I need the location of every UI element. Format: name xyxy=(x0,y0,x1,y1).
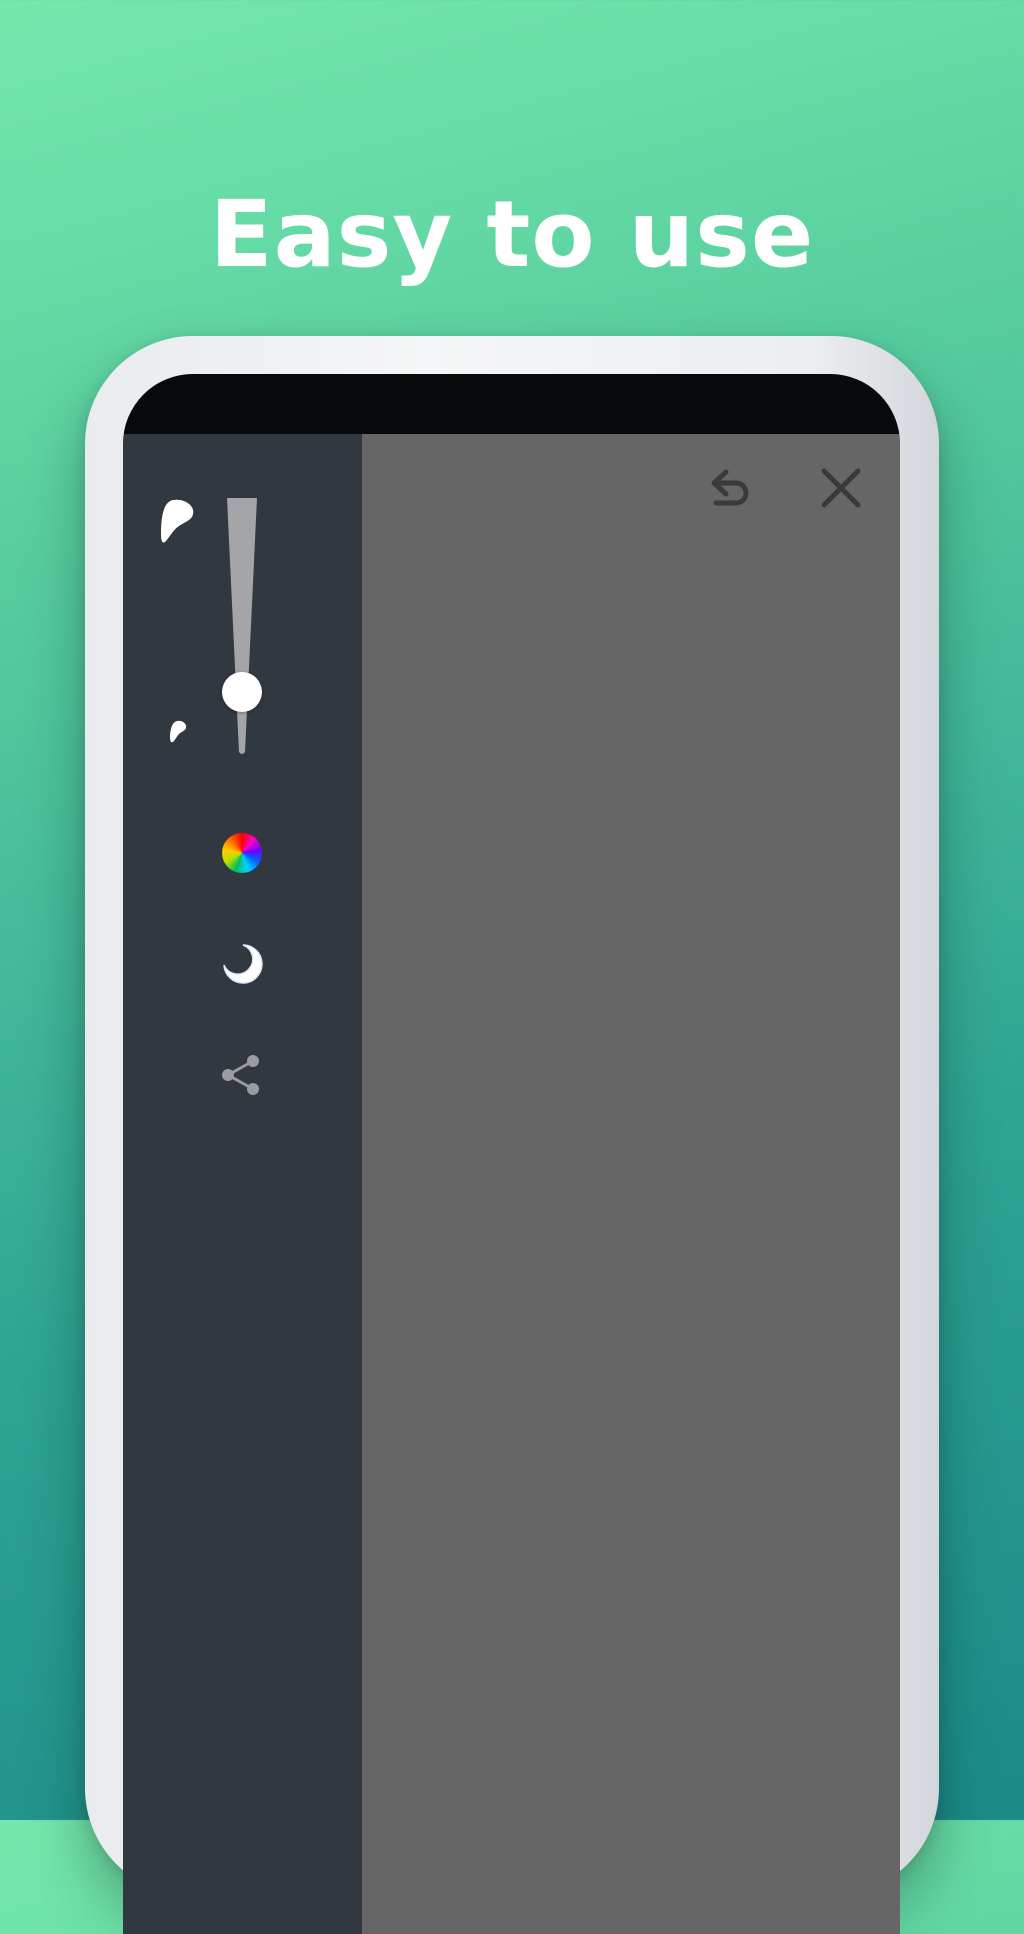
headline: Easy to use xyxy=(209,180,815,288)
brush-size-slider-track xyxy=(227,498,257,754)
phone-frame xyxy=(85,336,939,1934)
color-wheel-icon xyxy=(222,833,262,873)
small-brush-drop-icon xyxy=(170,720,187,743)
brush-size-slider[interactable] xyxy=(215,496,269,756)
phone-screen xyxy=(123,374,900,1934)
share-button[interactable] xyxy=(219,1052,265,1098)
close-icon xyxy=(821,468,861,508)
tool-sidebar xyxy=(123,434,362,1934)
drawing-canvas[interactable] xyxy=(362,434,900,1934)
brush-size-slider-thumb[interactable] xyxy=(222,672,262,712)
color-picker-button[interactable] xyxy=(221,832,263,874)
moon-icon xyxy=(223,944,263,984)
undo-icon xyxy=(711,469,749,506)
undo-button[interactable] xyxy=(706,464,754,512)
share-icon xyxy=(222,1055,259,1095)
status-bar xyxy=(123,374,900,434)
large-brush-drop-icon xyxy=(161,499,194,543)
night-mode-button[interactable] xyxy=(221,942,265,986)
close-button[interactable] xyxy=(817,464,865,512)
